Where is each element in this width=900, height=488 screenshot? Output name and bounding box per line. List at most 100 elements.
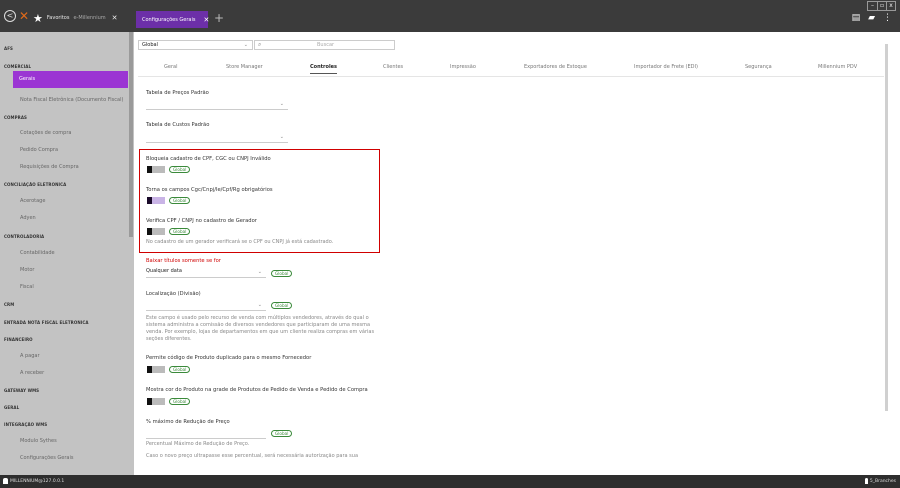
baixar-select[interactable]: Qualquer data ⌄	[146, 268, 266, 278]
window-controls: – ▫ x	[867, 1, 896, 11]
tab-importador-frete[interactable]: Importador de Frete (EDI)	[634, 64, 698, 70]
field-label-baixar: Baixar títulos somente se for	[146, 258, 221, 264]
global-badge: Global	[169, 228, 191, 235]
percentual-help: Percentual Máximo de Redução de Preço.	[146, 441, 250, 447]
sidebar-item-label: Gerais	[19, 76, 36, 82]
more-icon[interactable]: ⋮	[883, 13, 892, 23]
status-branches: 5_Branches	[864, 478, 896, 484]
document-icon[interactable]: ▤	[852, 13, 861, 23]
sidebar-item-modulo-sythes[interactable]: Modulo Sythes	[20, 438, 57, 444]
chevron-down-icon: ⌄	[243, 42, 248, 48]
field-label-bloqueia: Bloqueia cadastro de CPF, CGC ou CNPJ In…	[146, 156, 271, 162]
chevron-down-icon: ⌄	[279, 134, 284, 140]
search-placeholder: Buscar	[317, 42, 335, 48]
sidebar-item-adyen[interactable]: Adyen	[20, 215, 36, 221]
sidebar-item-a-receber[interactable]: A receber	[20, 370, 44, 376]
controls-form: Tabela de Preços Padrão ⌄ Tabela de Cust…	[134, 78, 900, 475]
sidebar-item-pedido-compra[interactable]: Pedido Compra	[20, 147, 58, 153]
sidebar-section-crm[interactable]: CRM	[4, 302, 14, 307]
module-select-value: Global	[142, 42, 158, 48]
close-icon[interactable]: ✕	[203, 16, 209, 24]
percentual-input[interactable]	[146, 429, 266, 439]
sidebar-section-gateway-wms[interactable]: GATEWAY WMS	[4, 388, 39, 393]
tab-clientes[interactable]: Clientes	[383, 64, 403, 70]
field-label-tabela-precos: Tabela de Preços Padrão	[146, 90, 209, 96]
app-window: < ✕ ★ Favoritos e-Millennium ✕ Configura…	[0, 0, 900, 488]
localizacao-select[interactable]: ⌄	[146, 301, 266, 311]
sidebar-section-controladoria[interactable]: CONTROLADORIA	[4, 234, 44, 239]
verifica-help: No cadastro de um gerador verificará se …	[146, 239, 334, 245]
tab-millennium-pdv[interactable]: Millennium PDV	[818, 64, 857, 70]
tab-configuracoes-gerais[interactable]: Configurações Gerais ✕	[136, 11, 209, 28]
user-icon	[3, 478, 8, 484]
module-select[interactable]: Global ⌄	[138, 40, 253, 50]
tab-impressao[interactable]: Impressão	[450, 64, 476, 70]
chat-icon[interactable]: ▰	[868, 13, 875, 23]
tabela-precos-select[interactable]: ⌄	[146, 100, 288, 110]
chevron-down-icon: ⌄	[279, 101, 284, 107]
permite-toggle[interactable]	[147, 366, 165, 373]
close-window-button[interactable]: x	[886, 2, 895, 10]
tab-favorites-label: Favoritos	[46, 15, 70, 21]
tab-seguranca[interactable]: Segurança	[745, 64, 772, 70]
field-label-localizacao: Localização (Divisão)	[146, 291, 201, 297]
sidebar-scrollbar[interactable]	[129, 32, 133, 237]
sidebar-section-entrada-nota[interactable]: ENTRADA NOTA FISCAL ELETRONICA	[4, 320, 89, 325]
chevron-down-icon: ⌄	[257, 302, 262, 308]
sidebar-item-nota-fiscal[interactable]: Nota Fiscal Eletrônica (Documento Fiscal…	[20, 97, 123, 103]
sidebar-section-geral[interactable]: GERAL	[4, 405, 19, 410]
sidebar-item-contabilidade[interactable]: Contabilidade	[20, 250, 55, 256]
sidebar-item-fiscal[interactable]: Fiscal	[20, 284, 34, 290]
sidebar-section-compras[interactable]: COMPRAS	[4, 115, 27, 120]
sidebar-item-cotacoes[interactable]: Cotações de compra	[20, 130, 71, 136]
mostra-toggle[interactable]	[147, 398, 165, 405]
tab-geral[interactable]: Geral	[164, 64, 177, 70]
sidebar-item-configuracoes-gerais[interactable]: Configurações Gerais	[20, 455, 73, 461]
tab-exportadores-estoque[interactable]: Exportadores de Estoque	[524, 64, 587, 70]
search-input[interactable]: ⌕ Buscar	[254, 40, 395, 50]
bloqueia-toggle[interactable]	[147, 166, 165, 173]
sidebar-section-financeiro[interactable]: FINANCEIRO	[4, 337, 33, 342]
baixar-select-value: Qualquer data	[146, 268, 182, 274]
tabela-custos-select[interactable]: ⌄	[146, 133, 288, 143]
main-panel: Global ⌄ ⌕ Buscar Geral Store Manager Co…	[134, 32, 900, 475]
sidebar-item-requisicoes[interactable]: Requisições de Compra	[20, 164, 79, 170]
global-badge: Global	[271, 302, 293, 309]
sidebar-item-acerotage[interactable]: Acerotage	[20, 198, 45, 204]
sidebar-item-gerais[interactable]: Gerais	[13, 71, 128, 88]
sidebar-item-a-pagar[interactable]: A pagar	[20, 353, 40, 359]
minimize-button[interactable]: –	[868, 2, 877, 10]
verifica-toggle[interactable]	[147, 228, 165, 235]
maximize-button[interactable]: ▫	[877, 2, 886, 10]
global-badge: Global	[271, 430, 293, 437]
field-label-mostra: Mostra cor do Produto na grade de Produt…	[146, 387, 368, 393]
title-bar: < ✕ ★ Favoritos e-Millennium ✕ Configura…	[0, 0, 900, 32]
field-label-verifica: Verifica CPF / CNPJ no cadastro de Gerad…	[146, 218, 257, 224]
sidebar: AFS COMERCIAL Gerais Nota Fiscal Eletrôn…	[0, 32, 134, 475]
status-branches-text: 5_Branches	[869, 478, 896, 484]
close-icon[interactable]: ✕	[112, 14, 118, 22]
sidebar-item-motor[interactable]: Motor	[20, 267, 34, 273]
localizacao-help-1: Este campo é usado pelo recurso de venda…	[146, 315, 369, 321]
toolbar-icons: ▤ ▰ ⋮	[852, 13, 892, 23]
sidebar-section-conciliacao[interactable]: CONCILIAÇÃO ELETRONICA	[4, 182, 66, 187]
tab-controles[interactable]: Controles	[310, 64, 338, 74]
search-icon: ⌕	[258, 41, 262, 48]
tab-favorites-sub: e-Millennium	[73, 15, 106, 21]
back-icon[interactable]: <	[4, 10, 16, 22]
sidebar-section-afs[interactable]: AFS	[4, 46, 13, 51]
torna-toggle[interactable]	[147, 197, 165, 204]
localizacao-help-3: venda. Por exemplo, lojas de departament…	[146, 329, 375, 335]
sidebar-section-integracao-wms[interactable]: INTEGRAÇÃO WMS	[4, 422, 47, 427]
main-scrollbar[interactable]	[885, 44, 888, 411]
sidebar-section-comercial[interactable]: COMERCIAL	[4, 64, 31, 69]
new-tab-button[interactable]: +	[214, 11, 224, 25]
star-icon: ★	[33, 11, 43, 25]
global-badge: Global	[271, 270, 293, 277]
tab-bar: Geral Store Manager Controles Clientes I…	[138, 59, 884, 77]
tab-favorites[interactable]: ★ Favoritos e-Millennium ✕	[33, 11, 118, 25]
global-badge: Global	[169, 166, 191, 173]
field-label-torna: Torna os campos Cgc/Cnpj/Ie/Cpf/Rg obrig…	[146, 187, 273, 193]
tab-store-manager[interactable]: Store Manager	[226, 64, 263, 70]
localizacao-help-4: seções diferentes.	[146, 336, 192, 342]
